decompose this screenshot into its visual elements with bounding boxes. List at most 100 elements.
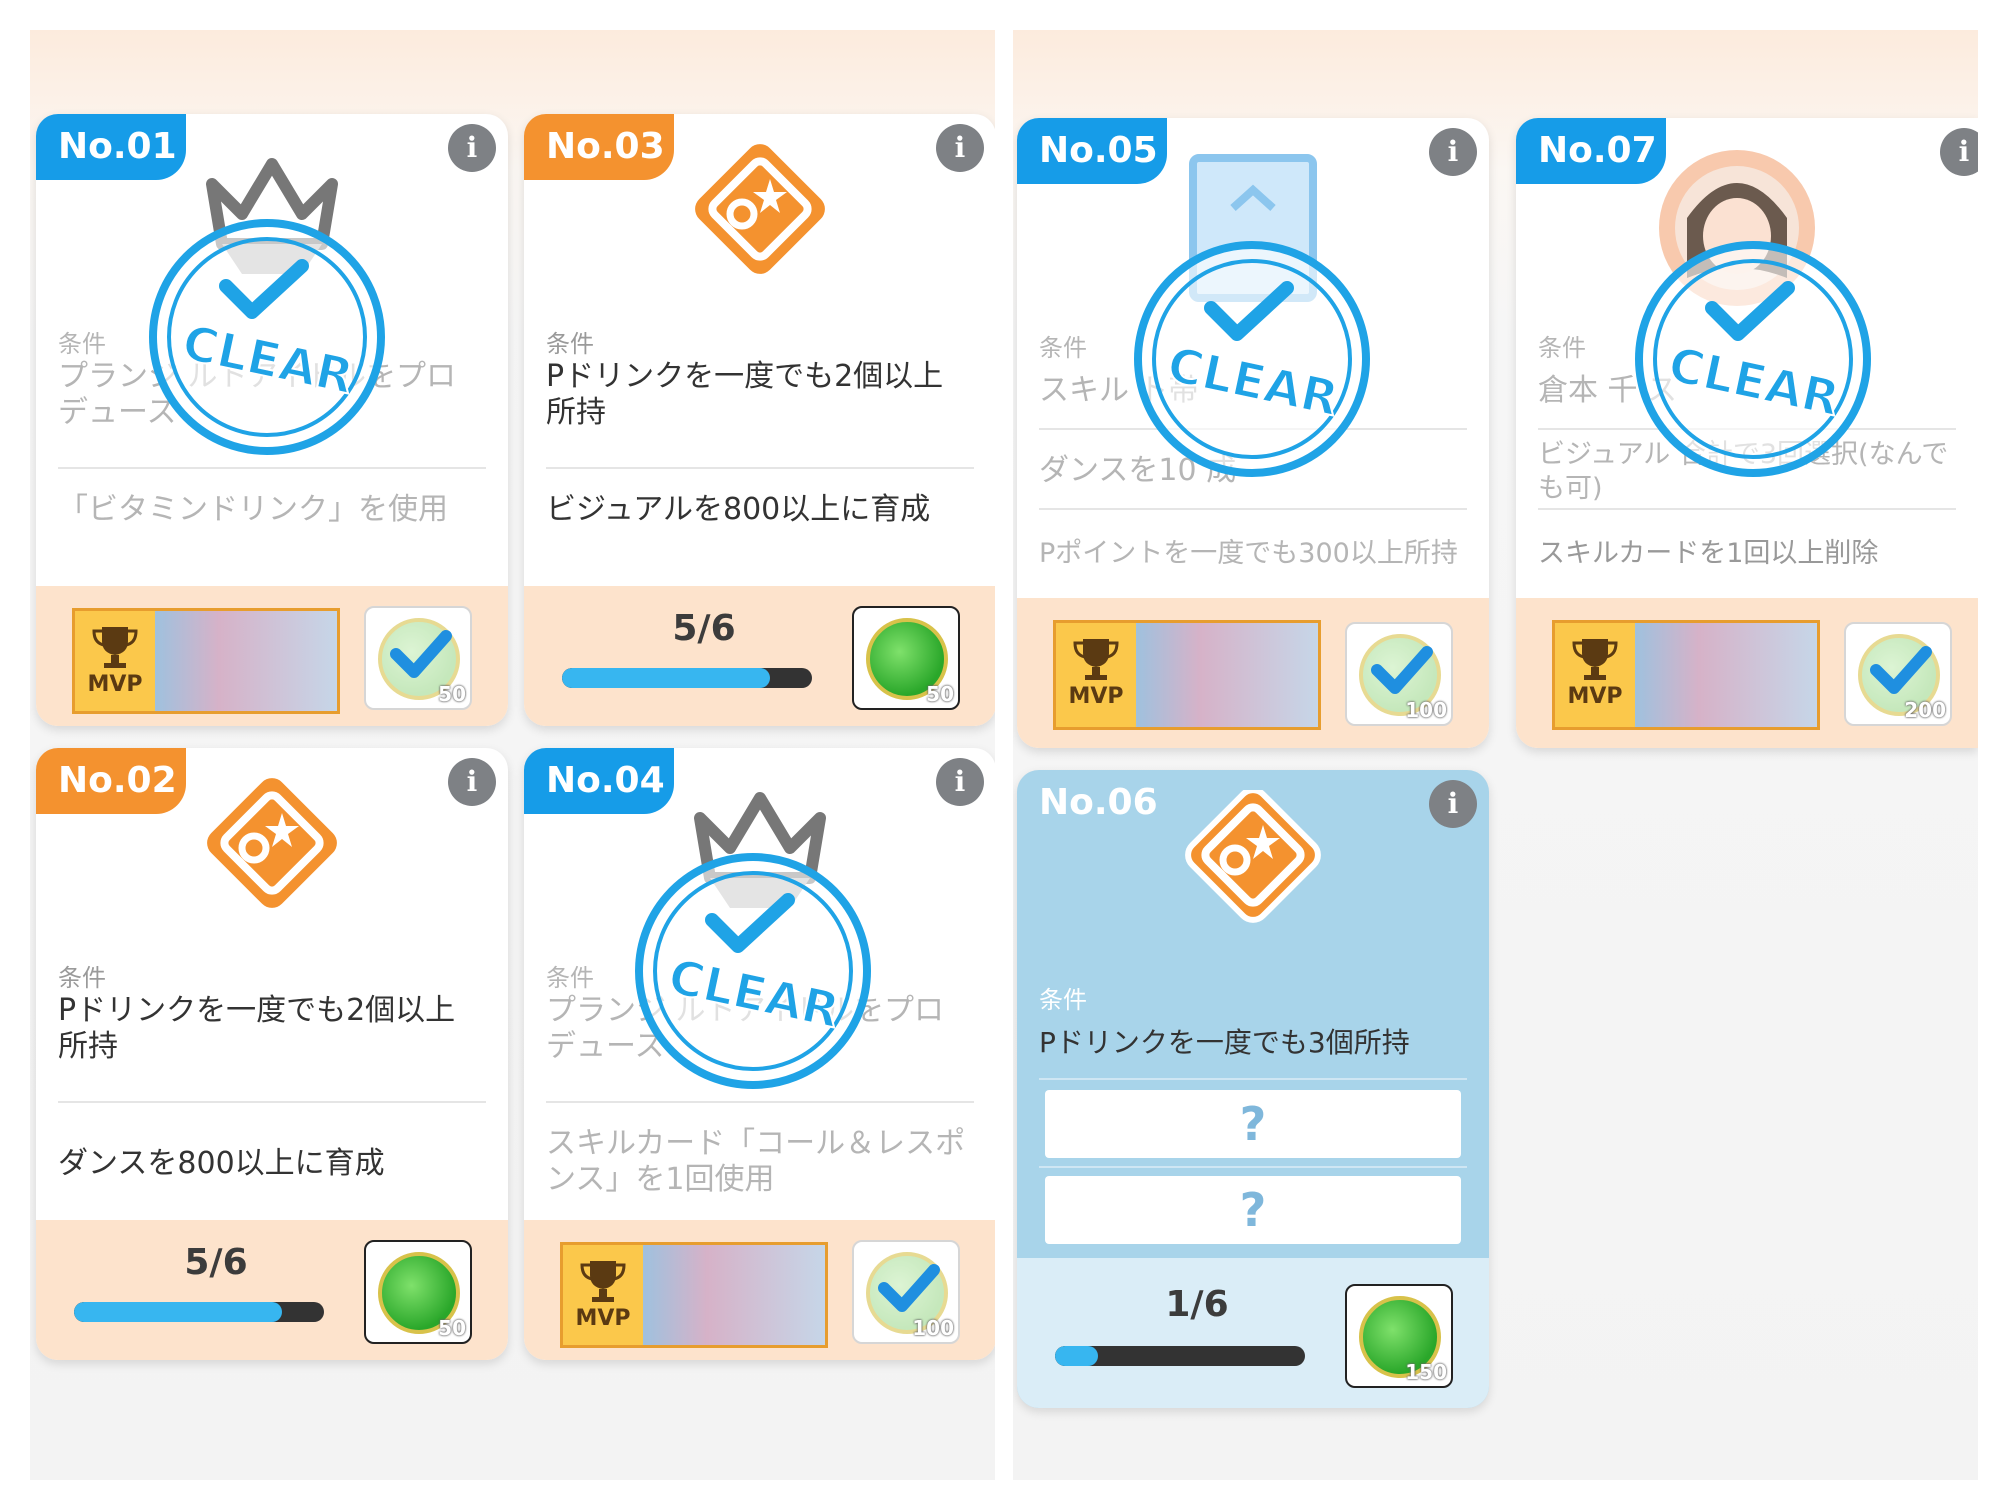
hidden-condition-2: ?	[1045, 1176, 1461, 1244]
condition-1-text: Pドリンクを一度でも2個以上所持	[58, 993, 456, 1064]
info-icon[interactable]: i	[1429, 780, 1477, 828]
progress-bar-fill	[562, 668, 770, 688]
mission-number-badge: No.07	[1516, 118, 1666, 184]
mvp-banner: MVP	[1053, 620, 1321, 730]
mvp-label: MVP	[1567, 684, 1623, 709]
progress-bar	[74, 1302, 324, 1322]
condition-2-text: スキルカード「コール＆レスポンス」を1回使用	[546, 1126, 966, 1197]
condition-2-text: 「ビタミンドリンク」を使用	[58, 492, 448, 527]
card-footer: MVP 200	[1516, 598, 1978, 748]
trophy-icon: MVP	[1563, 633, 1627, 719]
info-icon[interactable]: i	[448, 758, 496, 806]
drink-card-icon	[182, 778, 362, 938]
mvp-banner: MVP	[1552, 620, 1820, 730]
condition-3-text: Pポイントを一度でも300以上所持	[1039, 538, 1458, 569]
reward-amount: 50	[438, 1316, 466, 1340]
progress-bar	[1055, 1346, 1305, 1366]
mission-number-badge: No.02	[36, 748, 186, 814]
card-footer: 1/6 150	[1017, 1258, 1489, 1408]
mission-number-badge: No.05	[1017, 118, 1167, 184]
reward-amount: 100	[1405, 698, 1447, 722]
reward-amount: 200	[1904, 698, 1946, 722]
mvp-banner: MVP	[72, 608, 340, 714]
condition-label: 条件	[546, 330, 594, 358]
divider	[546, 467, 974, 469]
mvp-label: MVP	[87, 672, 143, 697]
mission-card-03[interactable]: No.03 i 条件 Pドリンクを一度でも2個以上所持 ビジュアルを800以上に…	[524, 114, 995, 726]
condition-1-text: Pドリンクを一度でも2個以上所持	[546, 359, 944, 430]
condition-label: 条件	[58, 964, 106, 992]
progress-bar-fill	[1055, 1346, 1098, 1366]
progress-count: 1/6	[1165, 1284, 1229, 1325]
clear-stamp-icon: CLEAR	[630, 848, 876, 1094]
reward-medal[interactable]: 150	[1345, 1284, 1453, 1388]
mission-card-02[interactable]: No.02 i 条件 Pドリンクを一度でも2個以上所持 ダンスを800以上に育成…	[36, 748, 508, 1360]
checkmark-icon	[1868, 640, 1932, 704]
progress-count: 5/6	[184, 1242, 248, 1283]
progress-bar-fill	[74, 1302, 282, 1322]
card-footer: MVP 100	[524, 1220, 995, 1360]
mission-number-badge: No.01	[36, 114, 186, 180]
mvp-banner: MVP	[560, 1242, 828, 1348]
condition-label: 条件	[58, 330, 106, 358]
checkmark-icon	[388, 624, 452, 688]
mission-card-06[interactable]: No.06 i 条件 Pドリンクを一度でも3個所持 ? ? 1/6 150	[1017, 770, 1489, 1408]
card-footer: 5/6 50	[36, 1220, 508, 1360]
trophy-icon: MVP	[571, 1255, 635, 1341]
info-icon[interactable]: i	[936, 124, 984, 172]
mission-card-04[interactable]: No.04 i 条件 プランジ ルトアイドルをプロデュース スキルカード「コール…	[524, 748, 995, 1360]
mission-card-05[interactable]: No.05 i 条件 スキル ト帯 ダンスを10 成 Pポイントを一度でも300…	[1017, 118, 1489, 748]
mission-number-badge: No.06	[1039, 782, 1158, 823]
condition-1-text: Pドリンクを一度でも3個所持	[1039, 1026, 1410, 1059]
checkmark-icon	[1369, 640, 1433, 704]
reward-amount: 50	[438, 682, 466, 706]
reward-medal[interactable]: 200	[1844, 622, 1952, 726]
mvp-label: MVP	[575, 1306, 631, 1331]
reward-amount: 100	[912, 1316, 954, 1340]
condition-2-text: ビジュアルを800以上に育成	[546, 492, 931, 527]
card-footer: 5/6 50	[524, 586, 995, 726]
info-icon[interactable]: i	[936, 758, 984, 806]
divider	[58, 1101, 486, 1103]
card-footer: MVP 100	[1017, 598, 1489, 748]
mission-card-01[interactable]: No.01 i 条件 プランジ ルトアイドルをプロデュース 「ビタミンドリンク」…	[36, 114, 508, 726]
reward-medal[interactable]: 50	[852, 606, 960, 710]
condition-3-text: スキルカードを1回以上削除	[1538, 538, 1879, 569]
clear-stamp-icon: CLEAR	[144, 214, 390, 460]
right-screenshot-panel: No.05 i 条件 スキル ト帯 ダンスを10 成 Pポイントを一度でも300…	[1013, 30, 1978, 1480]
mission-card-07[interactable]: No.07 i 条件 倉本 千 ス ビジュアル 合計で3回選択(なんでも可) ス…	[1516, 118, 1978, 748]
reward-medal[interactable]: 100	[852, 1240, 960, 1344]
mvp-label: MVP	[1068, 684, 1124, 709]
divider	[58, 467, 486, 469]
divider	[1039, 508, 1467, 510]
reward-amount: 150	[1405, 1360, 1447, 1384]
condition-label: 条件	[1039, 334, 1087, 362]
clear-stamp-icon: CLEAR	[1129, 236, 1375, 482]
mission-number-badge: No.04	[524, 748, 674, 814]
divider	[1039, 1078, 1467, 1080]
condition-label: 条件	[546, 964, 594, 992]
card-footer: MVP 50	[36, 586, 508, 726]
drink-card-icon	[670, 144, 850, 304]
checkmark-icon	[876, 1258, 940, 1322]
reward-medal[interactable]: 100	[1345, 622, 1453, 726]
trophy-icon: MVP	[1064, 633, 1128, 719]
progress-bar	[562, 668, 812, 688]
trophy-icon: MVP	[83, 621, 147, 707]
info-icon[interactable]: i	[1940, 128, 1978, 176]
info-icon[interactable]: i	[448, 124, 496, 172]
divider	[1039, 1166, 1467, 1168]
clear-stamp-icon: CLEAR	[1630, 236, 1876, 482]
reward-medal[interactable]: 50	[364, 1240, 472, 1344]
condition-label: 条件	[1039, 986, 1087, 1014]
reward-amount: 50	[926, 682, 954, 706]
condition-label: 条件	[1538, 334, 1586, 362]
hidden-condition-1: ?	[1045, 1090, 1461, 1158]
info-icon[interactable]: i	[1429, 128, 1477, 176]
progress-count: 5/6	[672, 608, 736, 649]
divider	[546, 1101, 974, 1103]
reward-medal[interactable]: 50	[364, 606, 472, 710]
divider	[1538, 508, 1956, 510]
condition-2-text: ダンスを800以上に育成	[58, 1146, 385, 1181]
drink-card-icon	[1163, 787, 1343, 950]
